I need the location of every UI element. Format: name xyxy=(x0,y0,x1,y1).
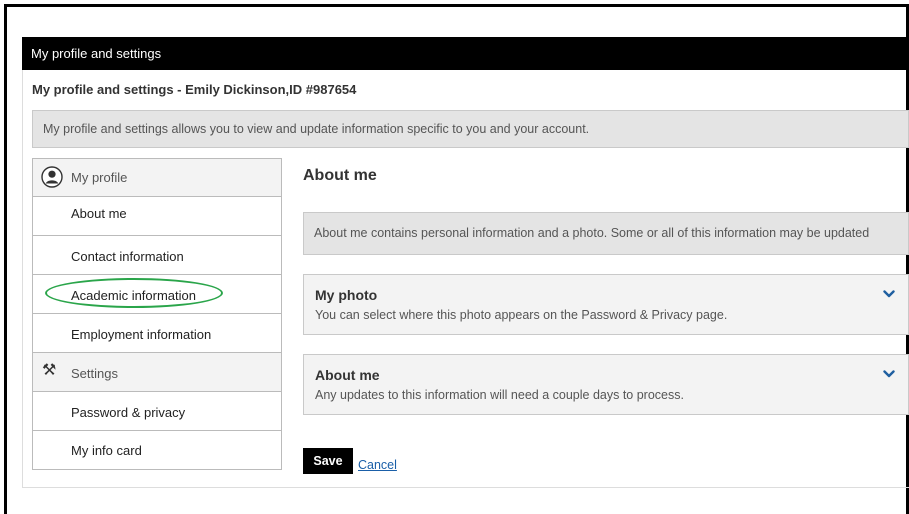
page-info-banner: My profile and settings allows you to vi… xyxy=(32,110,909,148)
about-me-notice: About me contains personal information a… xyxy=(303,212,909,255)
sidebar-item-academic-information[interactable]: Academic information xyxy=(32,275,282,314)
accordion-description: Any updates to this information will nee… xyxy=(315,388,684,402)
save-button[interactable]: Save xyxy=(303,448,353,474)
sidebar-item-label: My info card xyxy=(71,443,142,458)
sidebar-header-label: Settings xyxy=(71,366,118,381)
chevron-down-icon[interactable] xyxy=(883,289,895,299)
sidebar-item-about-me[interactable]: About me xyxy=(32,197,282,236)
page-subtitle: My profile and settings - Emily Dickinso… xyxy=(32,82,357,97)
sidebar-item-label: About me xyxy=(71,206,127,221)
accordion-title: My photo xyxy=(315,287,378,303)
accordion-about-me[interactable]: About me Any updates to this information… xyxy=(303,354,909,415)
section-title: About me xyxy=(303,167,377,184)
person-circle-icon xyxy=(41,166,63,188)
sidebar-item-employment-information[interactable]: Employment information xyxy=(32,314,282,353)
tools-icon: ⚒ xyxy=(42,362,57,379)
accordion-title: About me xyxy=(315,367,380,383)
sidebar-item-label: Academic information xyxy=(71,288,196,303)
sidebar-item-label: Password & privacy xyxy=(71,405,186,420)
cancel-link[interactable]: Cancel xyxy=(358,458,397,472)
accordion-my-photo[interactable]: My photo You can select where this photo… xyxy=(303,274,909,335)
sidebar-item-my-info-card[interactable]: My info card xyxy=(32,431,282,470)
sidebar-item-contact-information[interactable]: Contact information xyxy=(32,236,282,275)
panel-bottom-divider xyxy=(22,487,909,488)
sidebar-item-label: Employment information xyxy=(71,327,212,342)
chevron-down-icon[interactable] xyxy=(883,369,895,379)
screenshot-border-left xyxy=(4,4,7,514)
sidebar-item-label: Contact information xyxy=(71,249,184,264)
sidebar-header-my-profile: My profile xyxy=(32,158,282,197)
panel-title-bar: My profile and settings xyxy=(22,37,909,70)
sidebar-item-password-privacy[interactable]: Password & privacy xyxy=(32,392,282,431)
sidebar-header-settings: ⚒ Settings xyxy=(32,353,282,392)
screenshot-border-top xyxy=(4,4,909,7)
sidebar-header-label: My profile xyxy=(71,170,128,185)
accordion-description: You can select where this photo appears … xyxy=(315,308,728,322)
